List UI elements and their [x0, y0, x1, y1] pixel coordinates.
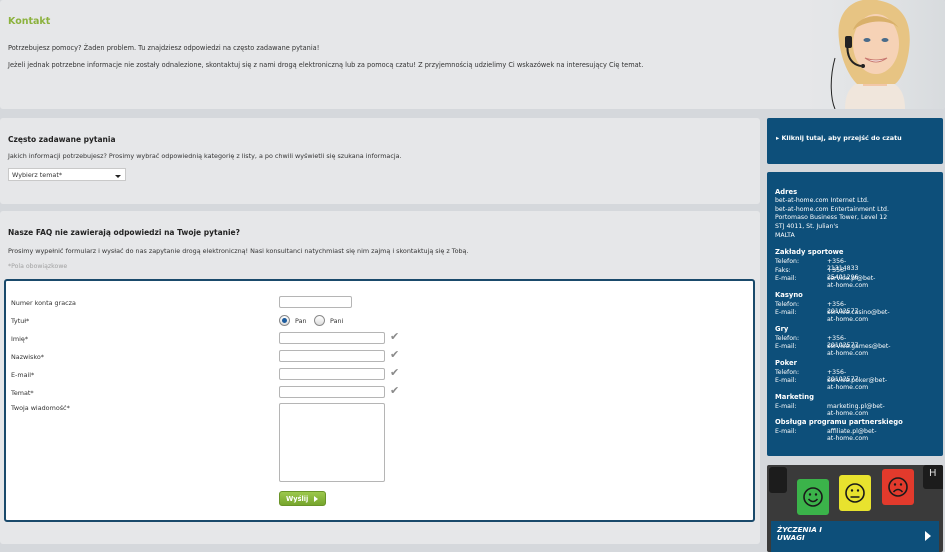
contact-row: E-mail: service.games@bet-at-home.com — [775, 343, 891, 357]
neutral-key — [839, 475, 871, 511]
contact-row: E-mail: service.pl@bet-at-home.com — [775, 275, 875, 289]
contact-form: Numer konta gracza Tytuł* Pan Pani Imię*… — [4, 279, 755, 522]
section-title: Zakłady sportowe — [775, 248, 844, 256]
faq-topic-selected: Wybierz temat* — [12, 171, 63, 179]
detail-text: Jeżeli jednak potrzebne informacje nie z… — [8, 61, 644, 69]
wishes-line-2: UWAGI — [777, 533, 805, 543]
sad-face-icon — [888, 477, 908, 497]
smile-key — [797, 479, 829, 515]
row-label: Telefon: — [775, 335, 800, 342]
contact-row: Telefon: +356-20102577 — [775, 301, 859, 315]
row-value[interactable]: marketing.pl@bet-at-home.com — [827, 403, 885, 417]
wishes-link[interactable]: ŻYCZENIA I UWAGI — [771, 521, 939, 552]
row-value[interactable]: service.poker@bet-at-home.com — [827, 377, 887, 391]
last-name-input[interactable] — [279, 350, 385, 362]
contact-row: Telefon: +356-21314833 — [775, 258, 859, 272]
row-value[interactable]: affiliate.pl@bet-at-home.com — [827, 428, 876, 442]
checkmark-icon: ✔ — [390, 384, 400, 397]
checkmark-icon: ✔ — [390, 330, 400, 343]
section-title: Gry — [775, 325, 789, 333]
row-value[interactable]: service.pl@bet-at-home.com — [827, 275, 875, 289]
keyboard-key-h: H — [923, 465, 943, 489]
message-textarea[interactable] — [279, 403, 385, 482]
account-number-input[interactable] — [279, 296, 352, 308]
row-label: E-mail: — [775, 309, 797, 316]
address-box: Adres bet-at-home.com Internet Ltd. bet-… — [767, 172, 943, 456]
row-label: E-mail: — [775, 428, 797, 435]
section-title: Poker — [775, 359, 797, 367]
section-title: Kasyno — [775, 291, 803, 299]
account-number-label: Numer konta gracza — [11, 299, 76, 307]
last-name-label: Nazwisko* — [11, 353, 44, 361]
required-fields-note: *Pola obowiązkowe — [8, 263, 68, 270]
support-agent-image — [805, 0, 945, 109]
arrow-right-icon — [925, 531, 931, 541]
address-heading: Adres — [775, 188, 798, 196]
title-option-pani: Pani — [330, 317, 344, 325]
first-name-input[interactable] — [279, 332, 385, 344]
intro-text: Potrzebujesz pomocy? Żaden problem. Tu z… — [8, 44, 320, 52]
send-button-label: Wyślij — [286, 495, 309, 503]
message-label: Twoja wiadomość* — [11, 404, 70, 412]
sad-key — [882, 469, 914, 505]
address-line: bet-at-home.com Entertainment Ltd. — [775, 206, 889, 213]
title-radio-pan[interactable] — [279, 315, 290, 326]
chat-link-box[interactable]: ▸ Kliknij tutaj, aby przejść do czatu — [767, 118, 943, 164]
support-agent-illustration — [830, 0, 910, 109]
contact-header: Kontakt Potrzebujesz pomocy? Żaden probl… — [0, 0, 945, 109]
row-value[interactable]: service.games@bet-at-home.com — [827, 343, 891, 357]
chat-link-label: Kliknij tutaj, aby przejść do czatu — [781, 134, 902, 142]
checkmark-icon: ✔ — [390, 348, 400, 361]
faq-heading: Często zadawane pytania — [8, 135, 116, 144]
address-line: Portomaso Business Tower, Level 12 — [775, 214, 888, 221]
title-label: Tytuł* — [11, 317, 30, 325]
row-label: E-mail: — [775, 275, 797, 282]
row-label: Telefon: — [775, 369, 800, 376]
title-radio-pani[interactable] — [314, 315, 325, 326]
contact-row: E-mail: marketing.pl@bet-at-home.com — [775, 403, 885, 417]
arrow-right-icon — [314, 496, 318, 502]
contact-row: E-mail: service.casino@bet-at-home.com — [775, 309, 890, 323]
row-label: Telefon: — [775, 301, 800, 308]
row-label: E-mail: — [775, 403, 797, 410]
faq-topic-select[interactable]: Wybierz temat* — [8, 168, 126, 181]
section-title: Obsługa programu partnerskiego — [775, 418, 903, 426]
title-option-pan: Pan — [295, 317, 307, 325]
email-label: E-mail* — [11, 371, 35, 379]
contact-row: E-mail: service.poker@bet-at-home.com — [775, 377, 887, 391]
first-name-label: Imię* — [11, 335, 29, 343]
page-title: Kontakt — [8, 16, 51, 27]
faq-section: Często zadawane pytania Jakich informacj… — [0, 118, 760, 204]
row-label: E-mail: — [775, 343, 797, 350]
section-title: Marketing — [775, 393, 814, 401]
contact-form-section: Nasze FAQ nie zawierają odpowiedzi na Tw… — [0, 211, 760, 544]
subject-input[interactable] — [279, 386, 385, 398]
contact-description: Prosimy wypełnić formularz i wysłać do n… — [8, 247, 469, 255]
chat-link[interactable]: ▸ Kliknij tutaj, aby przejść do czatu — [776, 134, 902, 142]
send-button[interactable]: Wyślij — [279, 491, 326, 506]
contact-heading: Nasze FAQ nie zawierają odpowiedzi na Tw… — [8, 228, 240, 237]
faq-description: Jakich informacji potrzebujesz? Prosimy … — [8, 152, 402, 160]
address-line: MALTA — [775, 232, 795, 239]
row-label: E-mail: — [775, 377, 797, 384]
row-label: Faks: — [775, 267, 791, 274]
wishes-banner[interactable]: H ŻYCZENIA I UWAGI — [767, 465, 943, 552]
contact-row: Faks: +356-25401296 — [775, 267, 859, 281]
happy-face-icon — [803, 487, 823, 507]
row-value[interactable]: service.casino@bet-at-home.com — [827, 309, 890, 323]
keyboard-key — [769, 467, 787, 493]
checkmark-icon: ✔ — [390, 366, 400, 379]
address-line: STJ 4011, St. Julian's — [775, 223, 839, 230]
subject-label: Temat* — [11, 389, 34, 397]
contact-row: Telefon: +356-20102577 — [775, 335, 859, 349]
chevron-down-icon — [115, 175, 121, 178]
email-input[interactable] — [279, 368, 385, 380]
contact-row: E-mail: affiliate.pl@bet-at-home.com — [775, 428, 876, 442]
address-line: bet-at-home.com Internet Ltd. — [775, 197, 869, 204]
neutral-face-icon — [845, 483, 865, 503]
contact-row: Telefon: +356-20102577 — [775, 369, 859, 383]
row-label: Telefon: — [775, 258, 800, 265]
